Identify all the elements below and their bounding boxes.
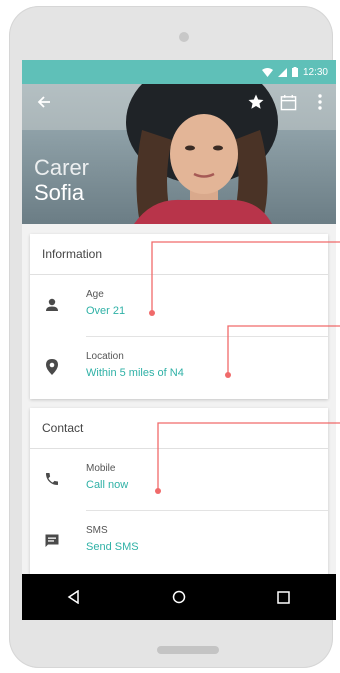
battery-icon — [291, 67, 298, 77]
back-button[interactable] — [32, 90, 56, 114]
location-label: Location — [86, 351, 124, 362]
status-bar: 12:30 — [22, 60, 336, 84]
more-options-button[interactable] — [308, 90, 332, 114]
contact-card: Contact Mobile Call now SMS Send SMS — [30, 408, 328, 578]
call-now-link[interactable]: Call now — [86, 479, 128, 491]
sms-row[interactable]: SMS Send SMS — [30, 511, 328, 573]
mobile-row[interactable]: Mobile Call now — [30, 449, 328, 511]
profile-name: Sofia — [34, 180, 85, 205]
star-icon — [248, 94, 264, 109]
nav-recents-icon — [277, 590, 290, 604]
hardware-home-pill — [157, 646, 219, 654]
sms-label: SMS — [86, 525, 108, 536]
information-card: Information Age Over 21 Location Within … — [30, 234, 328, 399]
app-screen: 12:30 Carer Sofia Information Age Over 2… — [22, 60, 336, 620]
nav-home-button[interactable] — [164, 582, 194, 612]
signal-icon — [277, 67, 287, 77]
age-row[interactable]: Age Over 21 — [30, 275, 328, 337]
message-icon — [42, 531, 62, 551]
wifi-icon — [261, 67, 273, 77]
contact-card-header: Contact — [30, 408, 328, 449]
mobile-label: Mobile — [86, 463, 116, 474]
nav-home-icon — [172, 590, 186, 604]
nav-back-button[interactable] — [59, 582, 89, 612]
age-value: Over 21 — [86, 305, 126, 317]
more-vert-icon — [318, 94, 322, 110]
send-sms-link[interactable]: Send SMS — [86, 541, 139, 553]
system-navigation-bar — [22, 574, 336, 620]
information-card-header: Information — [30, 234, 328, 275]
location-value: Within 5 miles of N4 — [86, 367, 184, 379]
status-time: 12:30 — [302, 66, 328, 78]
calendar-icon — [280, 94, 296, 110]
arrow-back-icon — [37, 96, 50, 108]
front-camera — [179, 32, 189, 42]
age-label: Age — [86, 289, 104, 300]
calendar-button[interactable] — [276, 90, 300, 114]
nav-recents-button[interactable] — [269, 582, 299, 612]
location-pin-icon — [42, 357, 62, 377]
person-icon — [42, 295, 62, 315]
favorite-button[interactable] — [244, 90, 268, 114]
location-row[interactable]: Location Within 5 miles of N4 — [30, 337, 328, 399]
nav-back-icon — [67, 590, 80, 604]
profile-name-block: Carer Sofia — [34, 156, 89, 206]
profile-role: Carer — [34, 155, 90, 180]
phone-icon — [42, 469, 62, 489]
